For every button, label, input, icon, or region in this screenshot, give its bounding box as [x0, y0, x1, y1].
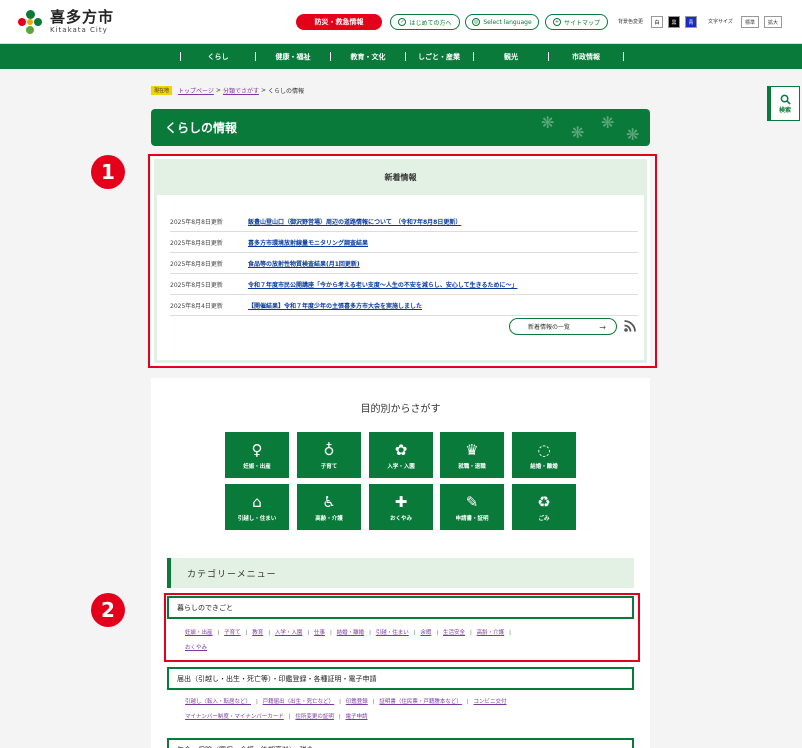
bg-blue-button[interactable]: 青	[685, 16, 697, 28]
purpose-tile-garbage[interactable]: ♻ ごみ	[512, 484, 576, 530]
purpose-tile-applications[interactable]: ✎ 申請書・証明	[440, 484, 504, 530]
gnav-item-education[interactable]: 教育・文化	[331, 44, 405, 69]
category-link[interactable]: コンビニ交付	[474, 699, 507, 705]
ring-icon: ◌	[537, 440, 551, 459]
page-title: くらしの情報	[165, 121, 238, 135]
decorative-snowflake-icon: ❋	[541, 113, 555, 132]
first-time-button[interactable]: ✓ はじめての方へ	[390, 14, 460, 30]
site-header: 喜多方市 Kitakata City 防災・救急情報 ✓ はじめての方へ ◎ Sel…	[0, 0, 802, 44]
category-link[interactable]: 電子申請	[346, 714, 368, 720]
select-language-button[interactable]: ◎ Select language	[465, 14, 539, 30]
globe-icon: ◎	[472, 18, 481, 26]
ribbon-icon: ✚	[394, 492, 408, 511]
wheelchair-icon: ♿	[322, 492, 336, 511]
purpose-tile-childcare[interactable]: ♁ 子育て	[297, 432, 361, 478]
category-menu-heading: カテゴリーメニュー	[167, 558, 634, 588]
decorative-snowflake-icon: ❋	[601, 113, 615, 132]
category-link[interactable]: 印鑑登録	[346, 699, 368, 705]
sitemap-label: サイトマップ	[563, 19, 600, 27]
font-size-label: 文字サイズ	[708, 19, 733, 25]
breadcrumb-link-top[interactable]: トップページ	[178, 86, 214, 95]
purpose-tile-pregnancy[interactable]: ♀ 妊娠・出産	[225, 432, 289, 478]
baby-bottle-icon: ♁	[323, 440, 335, 459]
purpose-tile-elderly-care[interactable]: ♿ 高齢・介護	[297, 484, 361, 530]
category-link[interactable]: 証明書（住民票・戸籍謄本など）	[379, 699, 462, 705]
purpose-tile-condolence[interactable]: ✚ おくやみ	[369, 484, 433, 530]
gnav-item-health[interactable]: 健康・福祉	[256, 44, 330, 69]
decorative-snowflake-icon: ❋	[571, 123, 585, 142]
sitemap-button[interactable]: + サイトマップ	[545, 14, 608, 30]
category-link[interactable]: 住所変更の証明	[295, 714, 334, 720]
emergency-info-button[interactable]: 防災・救急情報	[296, 14, 382, 30]
category-link[interactable]: マイナンバー制度・マイナンバーカード	[185, 714, 284, 720]
purpose-heading: 目的別からさがす	[360, 404, 441, 415]
gnav-item-tourism[interactable]: 観光	[474, 44, 548, 69]
breadcrumb: 現在地 トップページ > 分類でさがす > くらしの情報	[151, 86, 304, 95]
logo-mark-icon	[16, 8, 44, 36]
category-link[interactable]: 引越し（転入・転居など）	[185, 699, 251, 705]
purpose-tile-employment[interactable]: ♛ 就職・退職	[440, 432, 504, 478]
logo-title: 喜多方市	[50, 8, 115, 26]
annotation-highlight-2	[164, 593, 640, 662]
category-links-notifications: 引越し（転入・転居など） | 戸籍届出（出生・死亡など） | 印鑑登録 | 証明書（住…	[185, 699, 507, 720]
search-tab-label: 検索	[778, 106, 791, 114]
bg-black-button[interactable]: 黒	[668, 16, 680, 28]
bg-color-label: 背景色変更	[618, 19, 644, 25]
gnav-item-work[interactable]: しごと・産業	[406, 44, 472, 69]
logo-subtitle: Kitakata City	[50, 26, 108, 34]
search-tab[interactable]: 検索	[767, 86, 800, 121]
language-label: Select language	[483, 18, 532, 26]
gnav-item-kurashi[interactable]: くらし	[181, 44, 255, 69]
page-title-bar: くらしの情報 ❋ ❋ ❋ ❋	[151, 109, 650, 146]
breadcrumb-separator: >	[215, 87, 221, 94]
font-standard-button[interactable]: 標準	[741, 16, 759, 28]
breadcrumb-separator: >	[260, 87, 266, 94]
breadcrumb-link-category[interactable]: 分類でさがす	[223, 86, 259, 95]
flower-badge-icon: ✿	[394, 440, 408, 459]
decorative-snowflake-icon: ❋	[626, 125, 640, 144]
shield-icon: ✓	[398, 18, 407, 26]
breadcrumb-badge: 現在地	[151, 86, 173, 95]
sitemap-icon: +	[552, 18, 561, 26]
category-link[interactable]: 戸籍届出（出生・死亡など）	[263, 699, 335, 705]
gnav-item-city-info[interactable]: 市政情報	[549, 44, 623, 69]
search-icon	[780, 94, 791, 105]
purpose-tile-school-entry[interactable]: ✿ 入学・入園	[369, 432, 433, 478]
document-pen-icon: ✎	[465, 492, 479, 511]
trash-icon: ♻	[537, 492, 551, 511]
first-time-label: はじめての方へ	[409, 19, 452, 27]
category-section-notifications[interactable]: 届出（引越し・出生・死亡等）・印鑑登録・各種証明・電子申請	[167, 667, 634, 690]
font-large-button[interactable]: 拡大	[764, 16, 782, 28]
global-nav: くらし 健康・福祉 教育・文化 しごと・産業 観光 市政情報	[0, 44, 802, 69]
pregnancy-icon: ♀	[251, 440, 263, 459]
house-icon: ⌂	[252, 492, 262, 511]
annotation-highlight-1	[148, 154, 657, 368]
annotation-marker-1: 1	[91, 155, 125, 189]
bg-white-button[interactable]: 白	[651, 16, 663, 28]
category-section-pension-tax[interactable]: 年金・保険（国保・介護・後期高齢）・税金	[167, 738, 634, 748]
purpose-tile-marriage[interactable]: ◌ 結婚・離婚	[512, 432, 576, 478]
site-logo[interactable]: 喜多方市 Kitakata City	[16, 8, 114, 36]
suit-icon: ♛	[465, 440, 479, 459]
annotation-marker-2: 2	[91, 593, 125, 627]
breadcrumb-current: くらしの情報	[267, 88, 304, 95]
purpose-tile-moving[interactable]: ⌂ 引越し・住まい	[225, 484, 289, 530]
purpose-section: 目的別からさがす ♀ 妊娠・出産 ♁ 子育て ✿ 入学・入園 ♛ 就職・退職 ◌ 結婚・離…	[151, 378, 650, 748]
